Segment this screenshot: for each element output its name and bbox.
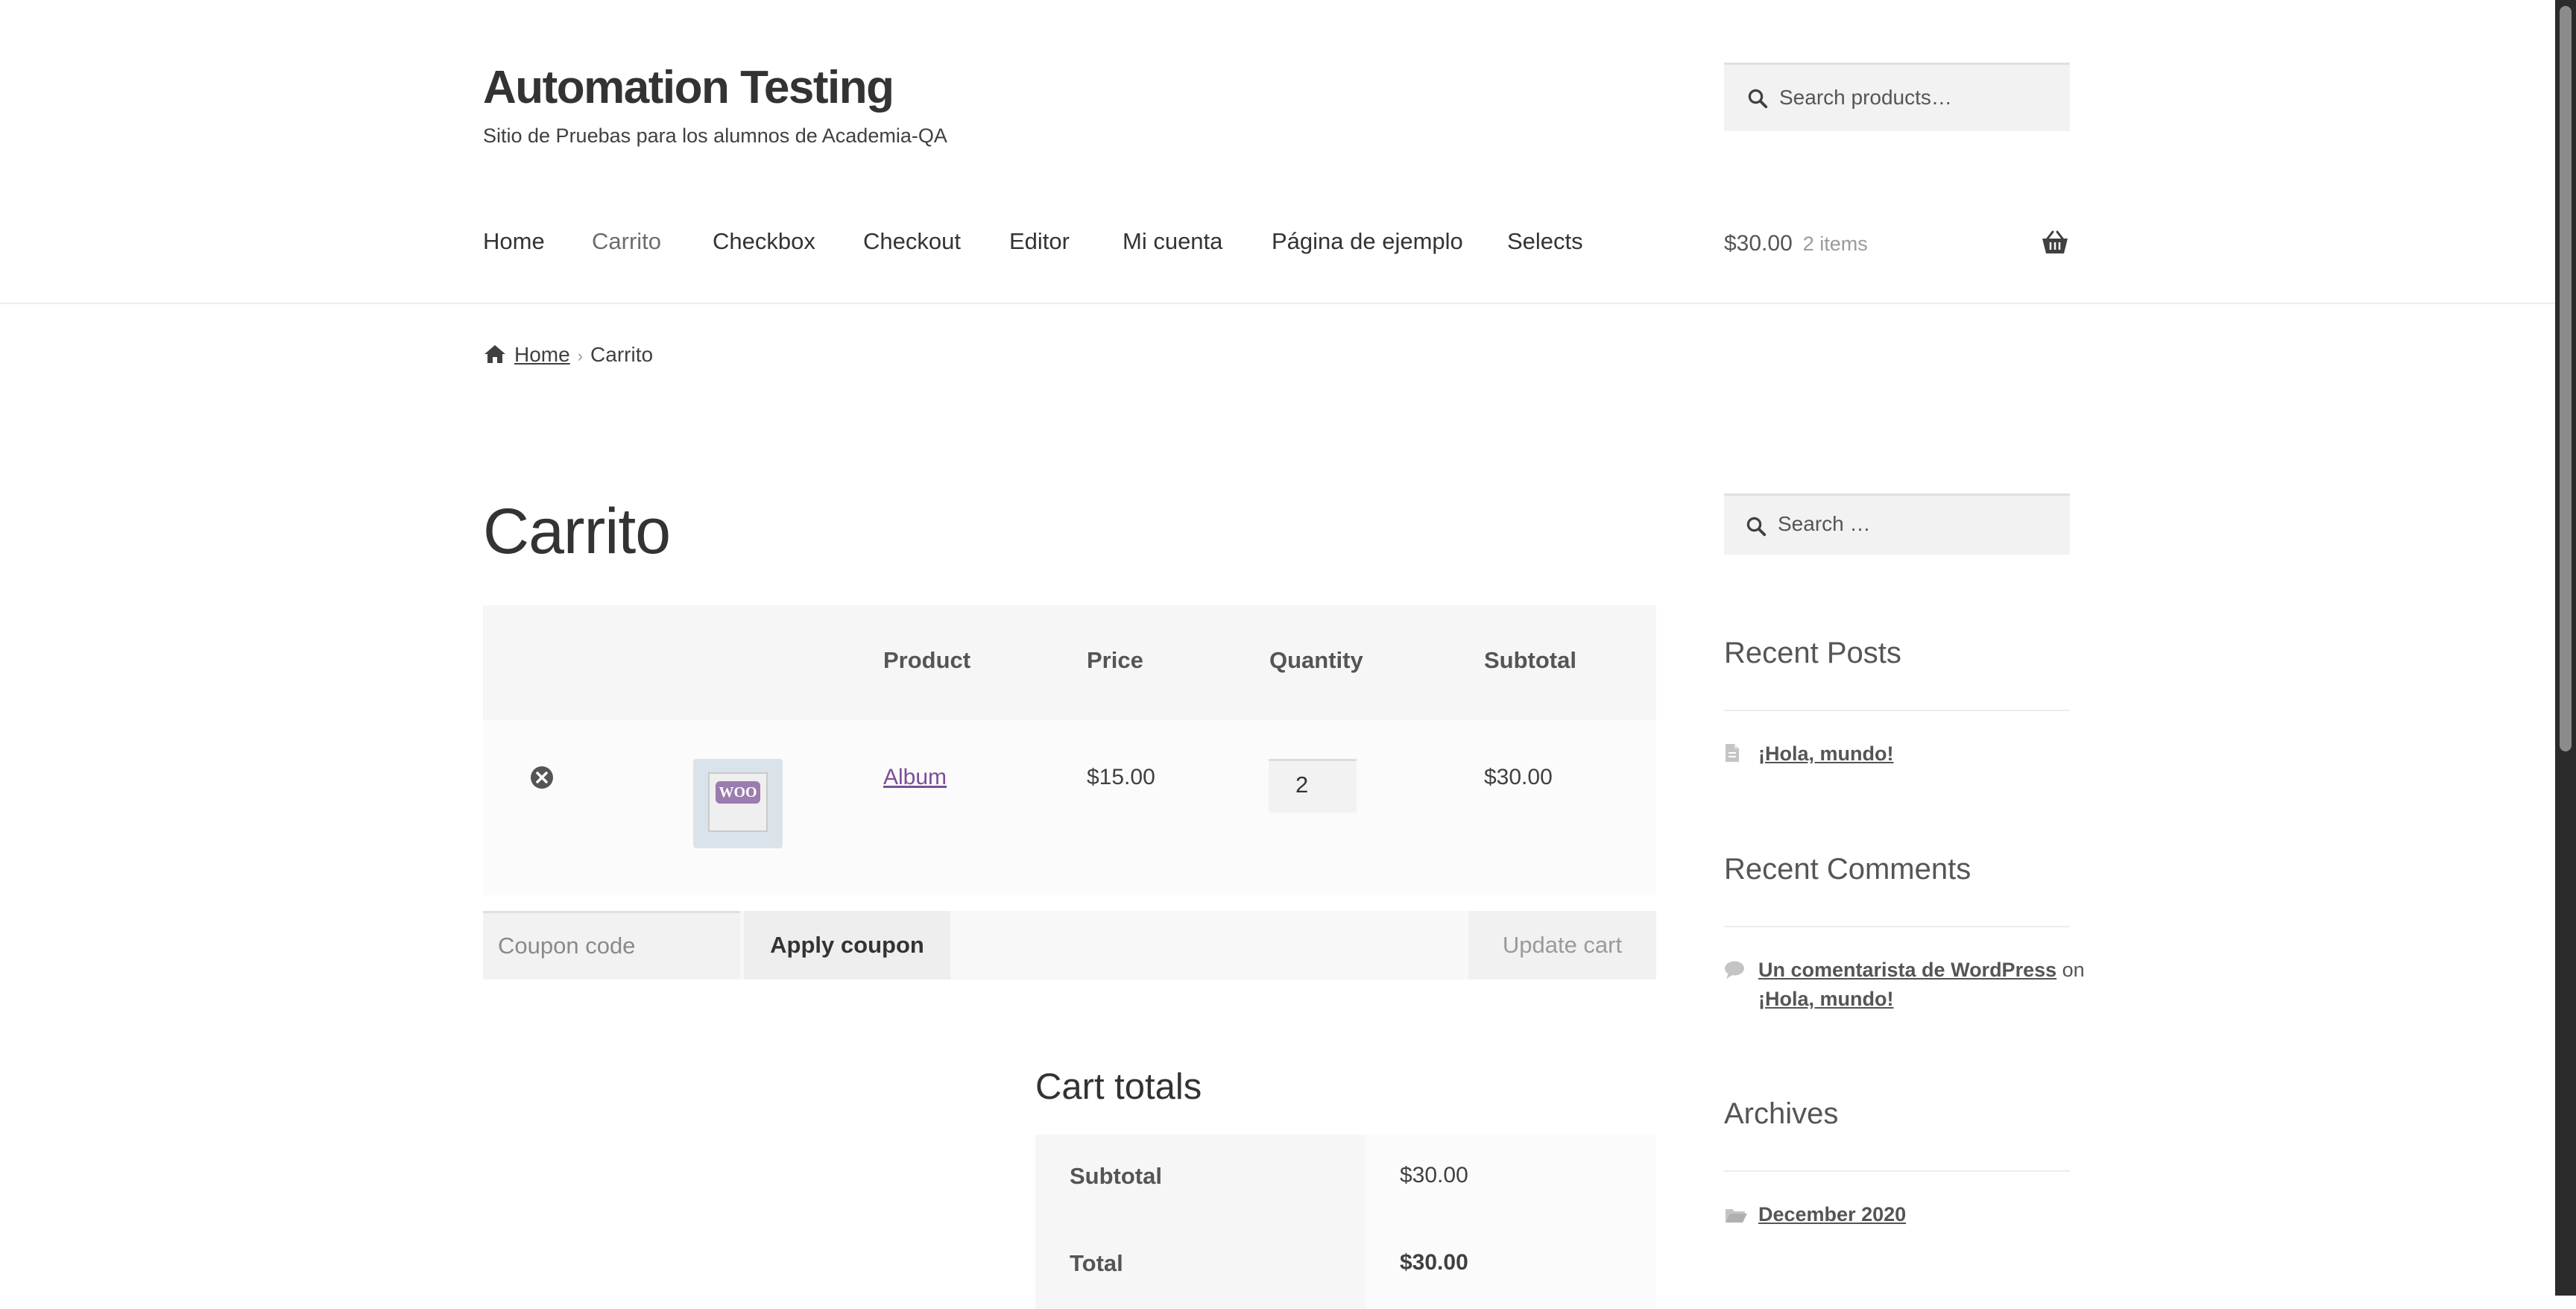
product-price: $15.00 [1087, 765, 1155, 789]
column-header-price: Price [1087, 647, 1143, 673]
recent-comment-line: Un comentarista de WordPress on [1758, 959, 2085, 982]
sidebar-search-input[interactable]: Search … [1724, 493, 2070, 555]
site-tagline: Sitio de Pruebas para los alumnos de Aca… [483, 124, 947, 147]
totals-row-subtotal: Subtotal $30.00 [1035, 1135, 1656, 1222]
totals-value-cell: $30.00 [1366, 1135, 1656, 1222]
totals-label-cell: Subtotal [1035, 1135, 1366, 1222]
quantity-input[interactable]: 2 [1269, 759, 1357, 813]
page-scrollbar[interactable] [2555, 0, 2576, 1296]
totals-label-cell: Total [1035, 1222, 1366, 1309]
product-search-placeholder: Search products… [1779, 86, 1952, 109]
nav-item-checkout[interactable]: Checkout [863, 228, 961, 255]
scrollbar-thumb[interactable] [2560, 6, 2572, 751]
totals-row-total: Total $30.00 [1035, 1222, 1656, 1309]
total-label: Total [1070, 1250, 1123, 1276]
nav-item-mi-cuenta[interactable]: Mi cuenta [1123, 228, 1222, 255]
home-icon [484, 345, 505, 363]
nav-item-editor[interactable]: Editor [1009, 228, 1070, 255]
cart-actions: Coupon code Apply coupon Update cart [483, 911, 1656, 980]
site-title[interactable]: Automation Testing [483, 61, 894, 114]
table-row [483, 720, 1656, 895]
breadcrumb: Home › Carrito [483, 343, 653, 367]
sidebar-search-placeholder: Search … [1778, 512, 1871, 535]
breadcrumb-current: Carrito [590, 343, 654, 366]
search-icon [1746, 517, 1767, 537]
mini-cart-count: 2 items [1802, 233, 1868, 255]
total-value: $30.00 [1400, 1250, 1468, 1275]
nav-item-pagina-de-ejemplo[interactable]: Página de ejemplo [1272, 228, 1463, 255]
column-header-subtotal: Subtotal [1484, 647, 1576, 673]
header-divider [0, 303, 2555, 304]
breadcrumb-home-link[interactable]: Home [514, 343, 570, 366]
subtotal-value: $30.00 [1400, 1163, 1468, 1187]
product-name-cell: Album [883, 765, 947, 790]
nav-item-checkbox[interactable]: Checkbox [713, 228, 815, 255]
totals-value-cell: $30.00 [1366, 1222, 1656, 1309]
nav-item-selects[interactable]: Selects [1507, 228, 1583, 255]
widget-divider [1724, 710, 2070, 711]
comment-author-link[interactable]: Un comentarista de WordPress [1758, 959, 2056, 981]
breadcrumb-separator-icon: › [577, 347, 584, 365]
woo-logo-text: WOO [716, 781, 760, 804]
recent-comments-title: Recent Comments [1724, 853, 1972, 886]
subtotal-label: Subtotal [1070, 1163, 1162, 1189]
basket-icon[interactable] [2041, 230, 2069, 256]
search-icon [1748, 89, 1768, 109]
cart-table-header: Product Price Quantity Subtotal [483, 605, 1656, 720]
comment-post-link[interactable]: ¡Hola, mundo! [1758, 988, 1893, 1011]
archive-link[interactable]: December 2020 [1758, 1203, 1906, 1226]
mini-cart-link[interactable]: $30.00 2 items [1724, 231, 1868, 256]
product-search-input[interactable]: Search products… [1724, 63, 2070, 131]
product-subtotal: $30.00 [1484, 765, 1553, 789]
apply-coupon-button[interactable]: Apply coupon [744, 911, 950, 980]
product-link[interactable]: Album [883, 765, 947, 789]
recent-post-link[interactable]: ¡Hola, mundo! [1758, 742, 1893, 766]
recent-posts-title: Recent Posts [1724, 637, 1901, 669]
nav-item-carrito[interactable]: Carrito [592, 228, 661, 255]
column-header-quantity: Quantity [1269, 647, 1363, 673]
comment-icon [1725, 961, 1744, 979]
mini-cart-amount: $30.00 [1724, 231, 1793, 256]
remove-item-icon[interactable] [529, 765, 555, 790]
archives-title: Archives [1724, 1097, 1839, 1130]
widget-divider [1724, 1170, 2070, 1172]
update-cart-button[interactable]: Update cart [1468, 911, 1656, 980]
folder-icon [1726, 1209, 1747, 1223]
column-header-product: Product [883, 647, 971, 673]
product-thumbnail[interactable]: WOO [693, 759, 783, 848]
product-image-placeholder: WOO [708, 772, 768, 832]
comment-joiner: on [2062, 959, 2085, 981]
cart-totals-title: Cart totals [1035, 1067, 1202, 1107]
coupon-code-input[interactable]: Coupon code [483, 911, 740, 980]
nav-item-home[interactable]: Home [483, 228, 545, 255]
page-title: Carrito [483, 496, 671, 567]
document-icon [1726, 744, 1739, 762]
widget-divider [1724, 926, 2070, 927]
